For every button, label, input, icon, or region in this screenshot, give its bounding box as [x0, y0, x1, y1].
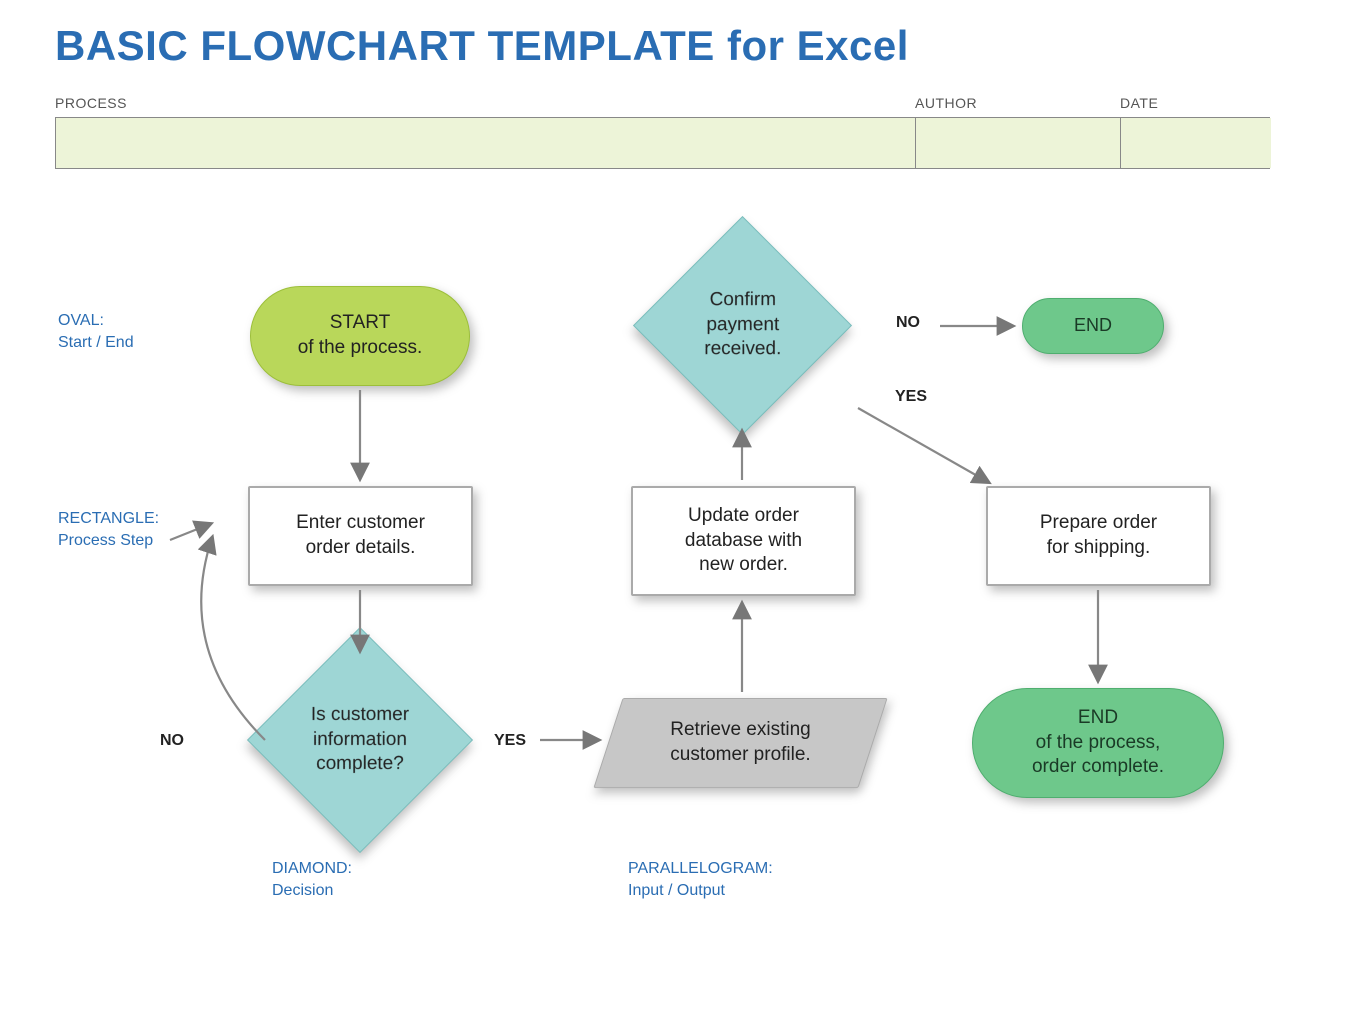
author-input[interactable]: [916, 118, 1121, 168]
node-confirm-payment-text: Confirm payment received.: [704, 289, 781, 359]
legend-rect: RECTANGLE: Process Step: [58, 508, 159, 551]
legend-oval: OVAL: Start / End: [58, 310, 134, 353]
legend-rect-title: RECTANGLE:: [58, 508, 159, 530]
legend-oval-title: OVAL:: [58, 310, 134, 332]
node-info-complete: Is customer information complete?: [247, 627, 473, 853]
node-end-small-text: END: [1074, 314, 1112, 337]
header-label-process: PROCESS: [55, 95, 915, 111]
legend-para-sub: Input / Output: [628, 882, 725, 899]
node-update-db: Update order database with new order.: [631, 486, 856, 596]
legend-diamond: DIAMOND: Decision: [272, 858, 352, 901]
header-label-date: DATE: [1120, 95, 1270, 111]
node-prepare-ship-text: Prepare order for shipping.: [1040, 511, 1157, 560]
edge-label-yes-2: YES: [895, 388, 927, 406]
node-prepare-ship: Prepare order for shipping.: [986, 486, 1211, 586]
edge-label-yes-1: YES: [494, 732, 526, 750]
header-row: PROCESS AUTHOR DATE: [55, 95, 1270, 169]
node-info-complete-text: Is customer information complete?: [311, 704, 409, 774]
node-confirm-payment: Confirm payment received.: [633, 216, 852, 435]
node-retrieve-profile-text: Retrieve existing customer profile.: [670, 718, 810, 767]
legend-oval-sub: Start / End: [58, 334, 134, 351]
header-label-author: AUTHOR: [915, 95, 1120, 111]
node-retrieve-profile: Retrieve existing customer profile.: [608, 698, 873, 788]
edge-label-no-2: NO: [896, 314, 920, 332]
node-start: START of the process.: [250, 286, 470, 386]
node-update-db-text: Update order database with new order.: [685, 504, 802, 578]
legend-rect-sub: Process Step: [58, 532, 153, 549]
page-title: BASIC FLOWCHART TEMPLATE for Excel: [55, 22, 909, 70]
node-enter-order-text: Enter customer order details.: [296, 511, 425, 560]
legend-para: PARALLELOGRAM: Input / Output: [628, 858, 773, 901]
edge-label-no-1: NO: [160, 732, 184, 750]
legend-para-title: PARALLELOGRAM:: [628, 858, 773, 880]
legend-diamond-title: DIAMOND:: [272, 858, 352, 880]
legend-diamond-sub: Decision: [272, 882, 333, 899]
node-start-text: START of the process.: [298, 311, 423, 360]
node-end-full: END of the process, order complete.: [972, 688, 1224, 798]
node-end-small: END: [1022, 298, 1164, 354]
process-input[interactable]: [56, 118, 916, 168]
node-end-full-text: END of the process, order complete.: [1032, 706, 1164, 780]
node-enter-order: Enter customer order details.: [248, 486, 473, 586]
date-input[interactable]: [1121, 118, 1271, 168]
